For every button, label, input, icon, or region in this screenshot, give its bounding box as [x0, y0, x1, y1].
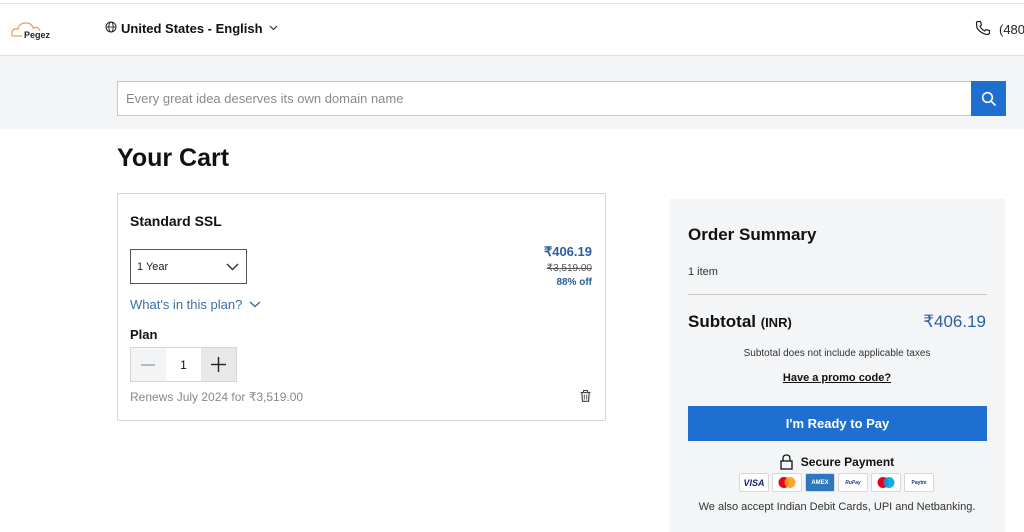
subtotal-value: ₹406.19 [923, 312, 986, 331]
phone-icon [975, 20, 991, 39]
promo-code-link[interactable]: Have a promo code? [669, 372, 1005, 384]
search-icon [981, 91, 996, 106]
trash-icon [580, 390, 591, 402]
amex-icon: AMEX [805, 473, 835, 492]
phone-contact[interactable]: (480 [975, 20, 1024, 39]
discount-badge: 88% off [556, 277, 592, 288]
plan-label: Plan [130, 327, 158, 342]
original-price: ₹3,519.00 [546, 263, 592, 274]
phone-number: (480 [999, 22, 1024, 37]
visa-icon: VISA [739, 473, 769, 492]
tax-note: Subtotal does not include applicable tax… [743, 348, 931, 359]
term-select[interactable]: 1 Year [130, 249, 247, 284]
quantity-stepper: 1 [130, 347, 237, 382]
globe-icon [105, 21, 117, 36]
lock-icon [780, 454, 793, 470]
remove-item-button[interactable] [580, 389, 591, 407]
payment-methods: VISA AMEX RuPay Paytm [739, 473, 934, 492]
decrease-quantity-button[interactable] [131, 348, 166, 381]
locale-selector[interactable]: United States - English [105, 21, 278, 36]
renewal-note: Renews July 2024 for ₹3,519.00 [130, 390, 304, 404]
maestro-icon [871, 473, 901, 492]
secure-label: Secure Payment [800, 455, 895, 469]
plus-icon [211, 357, 227, 372]
secure-payment: Secure Payment [669, 454, 1005, 470]
summary-title: Order Summary [688, 225, 817, 244]
increase-quantity-button[interactable] [201, 348, 236, 381]
logo-text: Pegez [24, 30, 51, 40]
item-count: 1 item [688, 266, 718, 278]
price-block: ₹406.19 ₹3,519.00 88% off [544, 244, 592, 288]
current-price: ₹406.19 [543, 244, 592, 259]
divider [688, 294, 987, 295]
plan-link-label: What's in this plan? [130, 297, 243, 312]
product-name: Standard SSL [130, 213, 222, 229]
term-value: 1 Year [137, 260, 169, 273]
page-title: Your Cart [117, 144, 230, 172]
locale-label: United States - English [121, 21, 263, 36]
ready-to-pay-button[interactable]: I'm Ready to Pay [688, 406, 987, 441]
currency-code: (INR) [760, 315, 792, 330]
subtotal-text: Subtotal [688, 312, 756, 331]
paytm-icon: Paytm [904, 473, 934, 492]
accept-note: We also accept Indian Debit Cards, UPI a… [698, 501, 976, 513]
order-summary: Order Summary 1 item Subtotal (INR) ₹406… [669, 199, 1005, 532]
subtotal-label: Subtotal (INR) [688, 312, 792, 332]
chevron-down-icon [249, 301, 261, 308]
search-button[interactable] [971, 81, 1006, 116]
rupay-icon: RuPay [838, 473, 868, 492]
cart-item: Standard SSL 1 Year What's in this plan?… [117, 193, 606, 421]
minus-icon [141, 363, 156, 366]
chevron-down-icon [218, 263, 246, 271]
brand-logo[interactable]: Pegez [10, 18, 60, 44]
site-header: Pegez United States - English (480 [0, 3, 1024, 56]
search-band [0, 56, 1024, 129]
domain-search-input[interactable] [117, 81, 972, 116]
whats-in-plan-toggle[interactable]: What's in this plan? [130, 297, 261, 312]
mastercard-icon [772, 473, 802, 492]
chevron-down-icon [269, 23, 278, 34]
quantity-value[interactable]: 1 [165, 348, 202, 381]
